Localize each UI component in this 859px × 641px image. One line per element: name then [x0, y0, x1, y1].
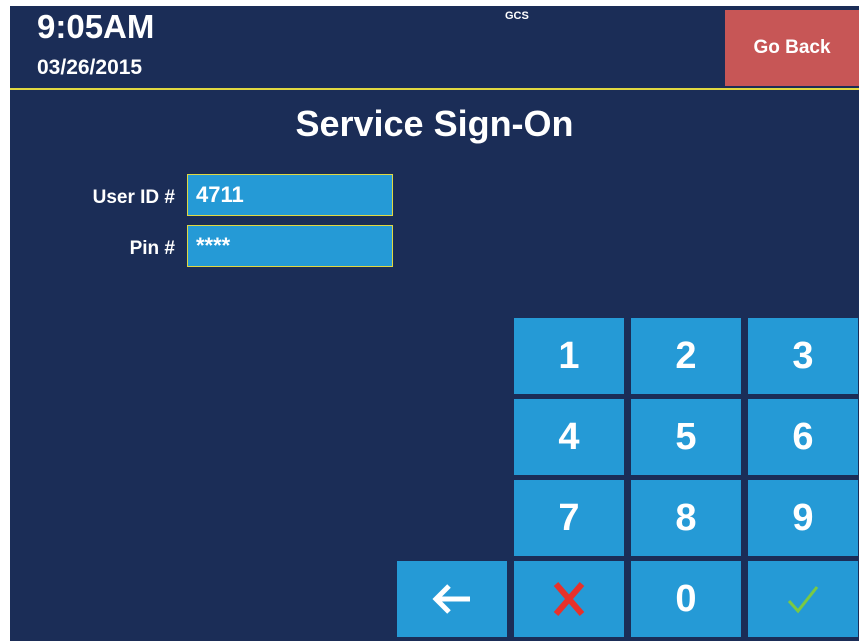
- key-9[interactable]: 9: [748, 480, 858, 556]
- user-id-label: User ID #: [92, 187, 175, 208]
- enter-key[interactable]: [748, 561, 858, 637]
- backspace-key[interactable]: [397, 561, 507, 637]
- key-4-label: 4: [558, 416, 580, 458]
- key-0-label: 0: [675, 578, 697, 620]
- key-1[interactable]: 1: [514, 318, 624, 394]
- key-9-label: 9: [792, 497, 814, 539]
- key-5-label: 5: [675, 416, 697, 458]
- user-id-field[interactable]: 4711: [187, 174, 393, 216]
- key-2-label: 2: [675, 335, 697, 377]
- red-x-icon: [553, 582, 585, 616]
- clear-key[interactable]: [514, 561, 624, 637]
- key-5[interactable]: 5: [631, 399, 741, 475]
- key-6-label: 6: [792, 416, 814, 458]
- clock-time: 9:05AM: [37, 8, 155, 45]
- key-4[interactable]: 4: [514, 399, 624, 475]
- key-2[interactable]: 2: [631, 318, 741, 394]
- key-8[interactable]: 8: [631, 480, 741, 556]
- key-1-label: 1: [558, 335, 580, 377]
- service-sign-on-screen: 9:05AM 03/26/2015 GCS Go Back Service Si…: [10, 6, 859, 641]
- key-3-label: 3: [792, 335, 814, 377]
- header-divider: [10, 88, 859, 90]
- key-8-label: 8: [675, 497, 697, 539]
- clock-date: 03/26/2015: [37, 56, 143, 79]
- pin-label: Pin #: [129, 238, 175, 259]
- pin-field[interactable]: ****: [187, 225, 393, 267]
- left-arrow-icon: [432, 584, 470, 614]
- key-7[interactable]: 7: [514, 480, 624, 556]
- page-title: Service Sign-On: [295, 103, 574, 144]
- key-3[interactable]: 3: [748, 318, 858, 394]
- system-label: GCS: [505, 10, 529, 22]
- green-checkmark-icon: [787, 586, 819, 614]
- go-back-button[interactable]: Go Back: [725, 10, 859, 86]
- key-7-label: 7: [558, 497, 580, 539]
- key-0[interactable]: 0: [631, 561, 741, 637]
- key-6[interactable]: 6: [748, 399, 858, 475]
